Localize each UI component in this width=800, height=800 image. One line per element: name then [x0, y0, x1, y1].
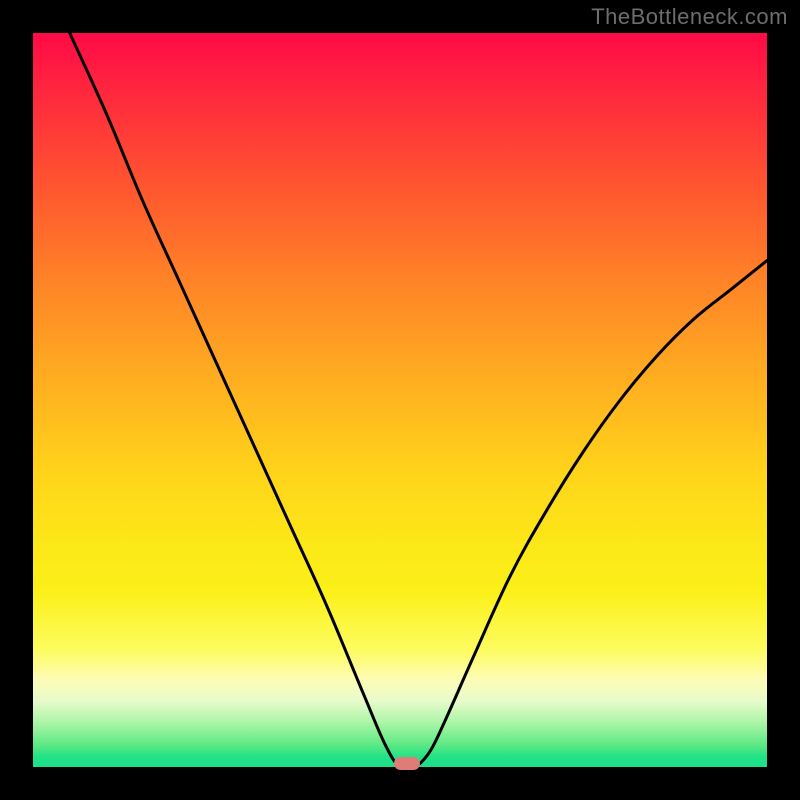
watermark-text: TheBottleneck.com — [591, 4, 788, 30]
plot-area — [33, 33, 767, 767]
optimum-marker — [394, 757, 420, 770]
curve-svg — [33, 33, 767, 767]
chart-frame: TheBottleneck.com — [0, 0, 800, 800]
bottleneck-curve-path — [70, 33, 767, 770]
